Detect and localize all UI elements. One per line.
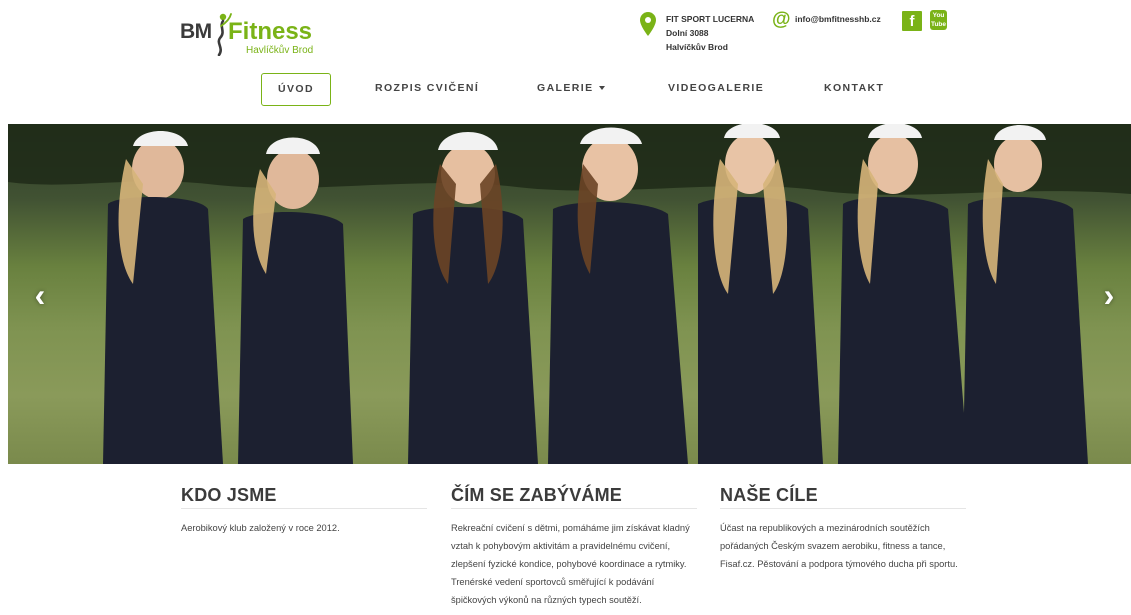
youtube-icon[interactable]: You Tube: [930, 10, 947, 30]
youtube-icon-line-2: Tube: [930, 21, 947, 28]
chevron-down-icon: [599, 86, 606, 91]
at-icon: @: [772, 9, 791, 30]
email-link[interactable]: info@bmfitnesshb.cz: [795, 14, 881, 24]
address-line-2: Dolní 3088: [666, 28, 709, 38]
main-nav: ÚVOD ROZPIS CVIČENÍ GALERIE VIDEOGALERIE…: [0, 73, 1131, 106]
carousel-prev-arrow-icon[interactable]: ‹: [28, 279, 52, 311]
column-title: KDO JSME: [181, 485, 427, 509]
nav-item-kontakt[interactable]: KONTAKT: [824, 73, 884, 104]
nav-item-label: KONTAKT: [824, 82, 885, 94]
nav-item-label: GALERIE: [537, 82, 594, 94]
column-title: ČÍM SE ZABÝVÁME: [451, 485, 697, 509]
logo-city: Havlíčkův Brod: [246, 45, 314, 56]
hero-carousel: ‹ ›: [8, 124, 1131, 464]
address-line-3: Halvíčkův Brod: [666, 42, 728, 52]
hero-photo: [8, 124, 1131, 464]
nav-item-label: VIDEOGALERIE: [668, 82, 765, 94]
nav-item-label: ÚVOD: [278, 83, 314, 95]
nav-item-rozpis-cviceni[interactable]: ROZPIS CVIČENÍ: [375, 73, 479, 104]
youtube-icon-line-1: You: [932, 12, 945, 19]
column-text: Účast na republikových a mezinárodních s…: [720, 523, 958, 569]
column-title: NAŠE CÍLE: [720, 485, 966, 509]
site-logo[interactable]: BM Fitness Havlíčkův Brod: [180, 12, 330, 58]
site-header: BM Fitness Havlíčkův Brod FIT SPORT LUCE…: [0, 0, 1131, 70]
column-text: Rekreační cvičení s dětmi, pomáháme jim …: [451, 523, 690, 605]
address: FIT SPORT LUCERNA Dolní 3088 Halvíčkův B…: [666, 12, 754, 54]
address-line-1: FIT SPORT LUCERNA: [666, 14, 755, 24]
nav-item-label: ROZPIS CVIČENÍ: [375, 82, 480, 94]
nav-item-galerie[interactable]: GALERIE: [537, 73, 606, 104]
carousel-next-arrow-icon[interactable]: ›: [1097, 279, 1121, 311]
logo-brand: BM: [180, 20, 212, 43]
nav-item-videogalerie[interactable]: VIDEOGALERIE: [668, 73, 764, 104]
column-cim-se-zabyvame: ČÍM SE ZABÝVÁME Rekreační cvičení s dětm…: [451, 485, 697, 609]
facebook-icon[interactable]: f: [902, 11, 922, 31]
column-nase-cile: NAŠE CÍLE Účast na republikových a mezin…: [720, 485, 966, 573]
column-kdo-jsme: KDO JSME Aerobikový klub založený v roce…: [181, 485, 427, 537]
column-text: Aerobikový klub založený v roce 2012.: [181, 523, 340, 533]
map-pin-icon: [640, 12, 656, 36]
nav-item-uvod[interactable]: ÚVOD: [261, 73, 331, 106]
logo-name: Fitness: [228, 18, 313, 45]
